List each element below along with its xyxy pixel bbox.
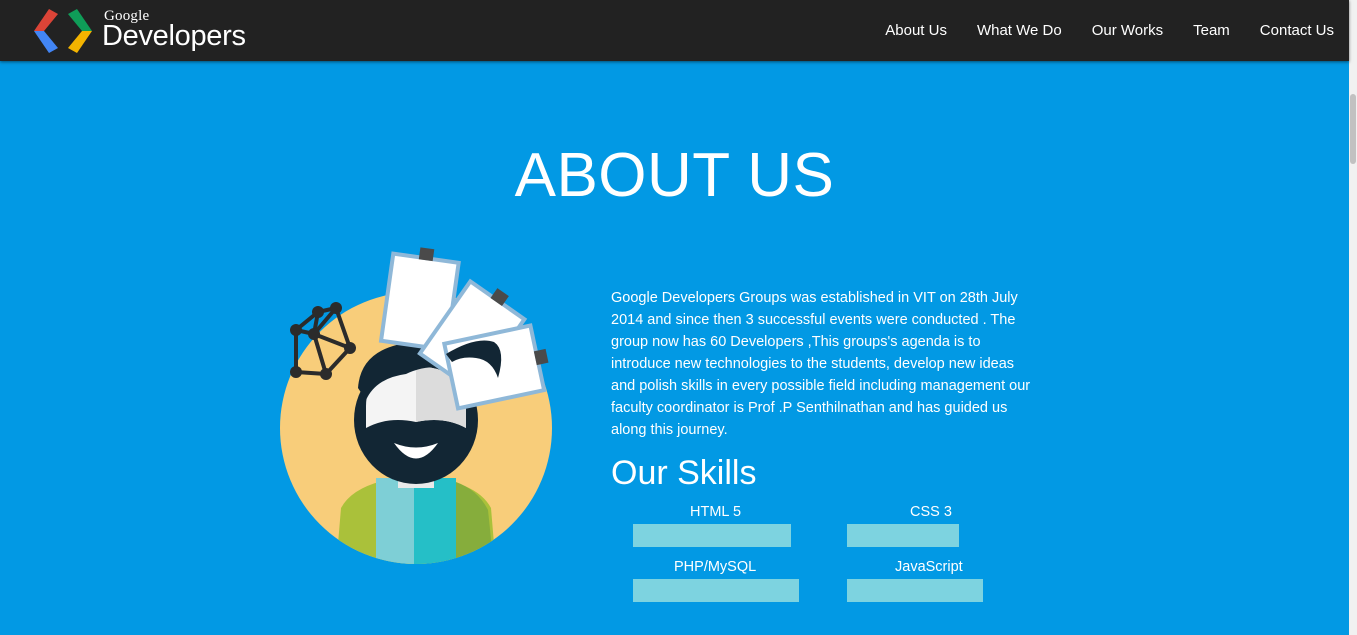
nav-our-works[interactable]: Our Works bbox=[1092, 22, 1163, 39]
skill-label: JavaScript bbox=[895, 559, 963, 575]
skill-track bbox=[847, 524, 1050, 547]
skill-label: CSS 3 bbox=[910, 504, 952, 520]
developer-avatar-illustration bbox=[280, 247, 552, 564]
nav-menu: About Us What We Do Our Works Team Conta… bbox=[855, 0, 1334, 61]
skill-bar bbox=[847, 524, 959, 547]
skill-bar bbox=[847, 579, 983, 602]
brand-developers-text: Developers bbox=[102, 20, 246, 52]
skill-track bbox=[847, 579, 1047, 602]
navbar: Google Developers About Us What We Do Ou… bbox=[0, 0, 1349, 61]
about-us-title: ABOUT US bbox=[514, 141, 835, 210]
skill-track bbox=[633, 524, 843, 547]
google-developers-logo-icon bbox=[34, 9, 92, 53]
skill-bar bbox=[633, 579, 799, 602]
skills-heading: Our Skills bbox=[611, 454, 757, 492]
nav-team[interactable]: Team bbox=[1193, 22, 1230, 39]
skill-track bbox=[633, 579, 840, 602]
about-description: Google Developers Groups was established… bbox=[611, 290, 1031, 438]
page-scrollbar[interactable] bbox=[1349, 0, 1357, 635]
skill-label: HTML 5 bbox=[690, 504, 742, 520]
scrollbar-thumb[interactable] bbox=[1350, 94, 1356, 164]
skill-label: PHP/MySQL bbox=[674, 559, 757, 575]
nav-about-us[interactable]: About Us bbox=[885, 22, 947, 39]
nav-what-we-do[interactable]: What We Do bbox=[977, 22, 1062, 39]
nav-contact-us[interactable]: Contact Us bbox=[1260, 22, 1334, 39]
skill-bar bbox=[633, 524, 791, 547]
